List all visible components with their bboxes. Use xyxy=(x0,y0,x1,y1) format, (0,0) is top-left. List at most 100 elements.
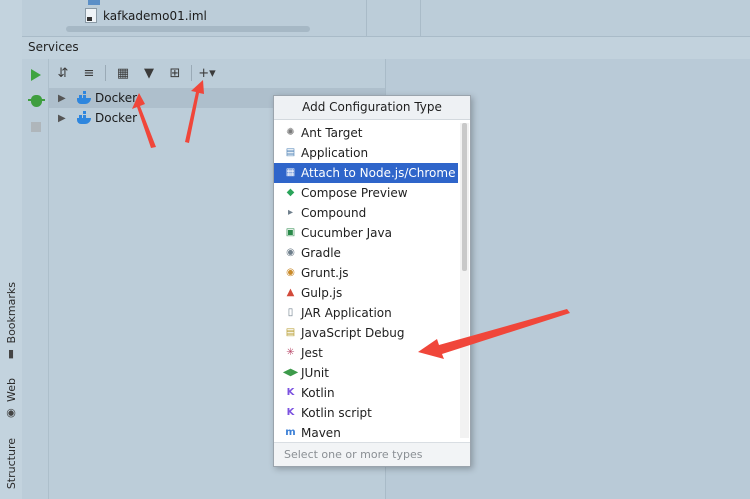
project-tree-area: kafkademo01.iml xyxy=(22,0,750,36)
configuration-type-item[interactable]: ▸ Compound xyxy=(274,203,458,223)
tab-web-label: Web xyxy=(4,378,18,402)
add-configuration-popup: Add Configuration Type ✺ Ant Target ▤ Appli… xyxy=(273,95,471,467)
tab-structure-label: Structure xyxy=(4,438,18,490)
configuration-type-label: Compound xyxy=(301,206,367,220)
configuration-type-item[interactable]: ▦ Attach to Node.js/Chrome xyxy=(274,163,458,183)
jest-icon: ✳ xyxy=(286,347,295,358)
filter-icon: ▼ xyxy=(144,65,154,81)
configuration-type-item[interactable]: K Kotlin xyxy=(274,383,458,403)
project-file-label: kafkademo01.iml xyxy=(103,8,207,23)
configuration-type-item[interactable]: K Kotlin script xyxy=(274,403,458,423)
configuration-type-item[interactable]: ✺ Ant Target xyxy=(274,123,458,143)
junit-icon: ◀▶ xyxy=(282,367,299,378)
configuration-type-item[interactable]: ▤ JavaScript Debug xyxy=(274,323,458,343)
configuration-type-item[interactable]: ◆ Compose Preview xyxy=(274,183,458,203)
configuration-type-label: Gulp.js xyxy=(301,286,343,300)
configuration-type-label: Maven xyxy=(301,426,341,438)
tree-item-label: Docker xyxy=(95,91,138,105)
stop-icon xyxy=(31,122,41,132)
group-by-button[interactable]: ▦ xyxy=(113,64,133,82)
chevron-right-icon[interactable]: ▶ xyxy=(58,93,68,104)
expand-all-button[interactable]: ⇵ xyxy=(53,64,73,82)
new-tab-button[interactable]: ⊞ xyxy=(165,64,185,82)
configuration-type-label: Attach to Node.js/Chrome xyxy=(301,166,456,180)
folder-icon xyxy=(88,0,100,5)
nodejs-attach-icon: ▦ xyxy=(285,167,296,178)
collapse-all-icon: ≡ xyxy=(83,65,95,81)
configuration-type-label: JUnit xyxy=(301,366,329,380)
configuration-type-item[interactable]: ◉ Grunt.js xyxy=(274,263,458,283)
project-file-item[interactable]: kafkademo01.iml xyxy=(85,8,207,23)
bookmark-icon: ▮ xyxy=(7,347,15,361)
plus-icon: +▾ xyxy=(198,65,216,81)
kotlin-script-icon: K xyxy=(286,407,295,418)
run-icon xyxy=(31,69,41,81)
stop-button[interactable] xyxy=(28,119,44,135)
configuration-type-item[interactable]: ▣ Cucumber Java xyxy=(274,223,458,243)
popup-scrollbar[interactable] xyxy=(460,123,469,438)
left-tool-strip: Bookmarks ▮ Web ◉ Structure xyxy=(0,0,23,499)
filter-button[interactable]: ▼ xyxy=(139,64,159,82)
cucumber-icon: ▣ xyxy=(285,227,296,238)
debug-bug-icon xyxy=(27,95,45,107)
configuration-type-item[interactable]: ◀▶ JUnit xyxy=(274,363,458,383)
configuration-type-label: Kotlin script xyxy=(301,406,372,420)
docker-icon xyxy=(77,111,91,124)
run-button[interactable] xyxy=(28,67,44,83)
tree-item-label: Docker xyxy=(95,111,138,125)
application-icon: ▤ xyxy=(285,147,296,158)
scrollbar-thumb[interactable] xyxy=(462,123,467,271)
configuration-type-label: JAR Application xyxy=(301,306,392,320)
toolbar-separator xyxy=(105,65,106,81)
popup-search-hint: Select one or more types xyxy=(274,442,470,466)
configuration-type-label: Compose Preview xyxy=(301,186,408,200)
services-action-bar xyxy=(22,59,49,499)
jar-icon: ▯ xyxy=(287,307,294,318)
add-service-button[interactable]: +▾ xyxy=(197,64,217,82)
maven-icon: m xyxy=(285,427,296,438)
compose-preview-icon: ◆ xyxy=(286,187,295,198)
toolbar-separator xyxy=(191,65,192,81)
gulp-icon: ▲ xyxy=(286,287,295,298)
configuration-type-label: Cucumber Java xyxy=(301,226,392,240)
popup-title: Add Configuration Type xyxy=(274,96,470,120)
tab-bookmarks[interactable]: Bookmarks ▮ xyxy=(3,282,19,360)
configuration-type-item[interactable]: ▤ Application xyxy=(274,143,458,163)
chevron-right-icon[interactable]: ▶ xyxy=(58,113,68,124)
grunt-icon: ◉ xyxy=(286,267,295,278)
configuration-type-item[interactable]: ◉ Gradle xyxy=(274,243,458,263)
tab-web[interactable]: Web ◉ xyxy=(3,378,19,419)
file-icon xyxy=(85,8,97,23)
configuration-type-list[interactable]: ✺ Ant Target ▤ Application ▦ Attach to Node.j… xyxy=(274,123,458,438)
globe-icon: ◉ xyxy=(6,405,16,419)
ant-icon: ✺ xyxy=(286,127,295,138)
services-toolbar: ⇵ ≡ ▦ ▼ ⊞ +▾ xyxy=(49,59,385,87)
debug-button[interactable] xyxy=(27,93,45,109)
compound-icon: ▸ xyxy=(287,207,294,218)
configuration-type-item[interactable]: ▲ Gulp.js xyxy=(274,283,458,303)
configuration-type-item[interactable]: ▯ JAR Application xyxy=(274,303,458,323)
new-tab-icon: ⊞ xyxy=(169,65,181,81)
tab-structure[interactable]: Structure xyxy=(3,438,19,489)
configuration-type-label: Ant Target xyxy=(301,126,363,140)
kotlin-icon: K xyxy=(286,387,295,398)
divider xyxy=(420,0,421,36)
divider xyxy=(366,0,367,36)
js-debug-icon: ▤ xyxy=(285,327,296,338)
services-panel-header: Services xyxy=(22,36,750,60)
horizontal-scrollbar[interactable] xyxy=(66,26,310,32)
tab-bookmarks-label: Bookmarks xyxy=(4,282,18,344)
gradle-icon: ◉ xyxy=(286,247,295,258)
configuration-type-label: Gradle xyxy=(301,246,341,260)
configuration-type-label: Grunt.js xyxy=(301,266,349,280)
configuration-type-label: Application xyxy=(301,146,369,160)
configuration-type-label: JavaScript Debug xyxy=(301,326,405,340)
docker-icon xyxy=(77,91,91,104)
group-by-icon: ▦ xyxy=(116,65,130,81)
services-title: Services xyxy=(28,40,79,54)
configuration-type-label: Jest xyxy=(301,346,323,360)
collapse-all-button[interactable]: ≡ xyxy=(79,64,99,82)
expand-all-icon: ⇵ xyxy=(57,65,69,81)
configuration-type-item[interactable]: m Maven xyxy=(274,423,458,438)
configuration-type-item[interactable]: ✳ Jest xyxy=(274,343,458,363)
